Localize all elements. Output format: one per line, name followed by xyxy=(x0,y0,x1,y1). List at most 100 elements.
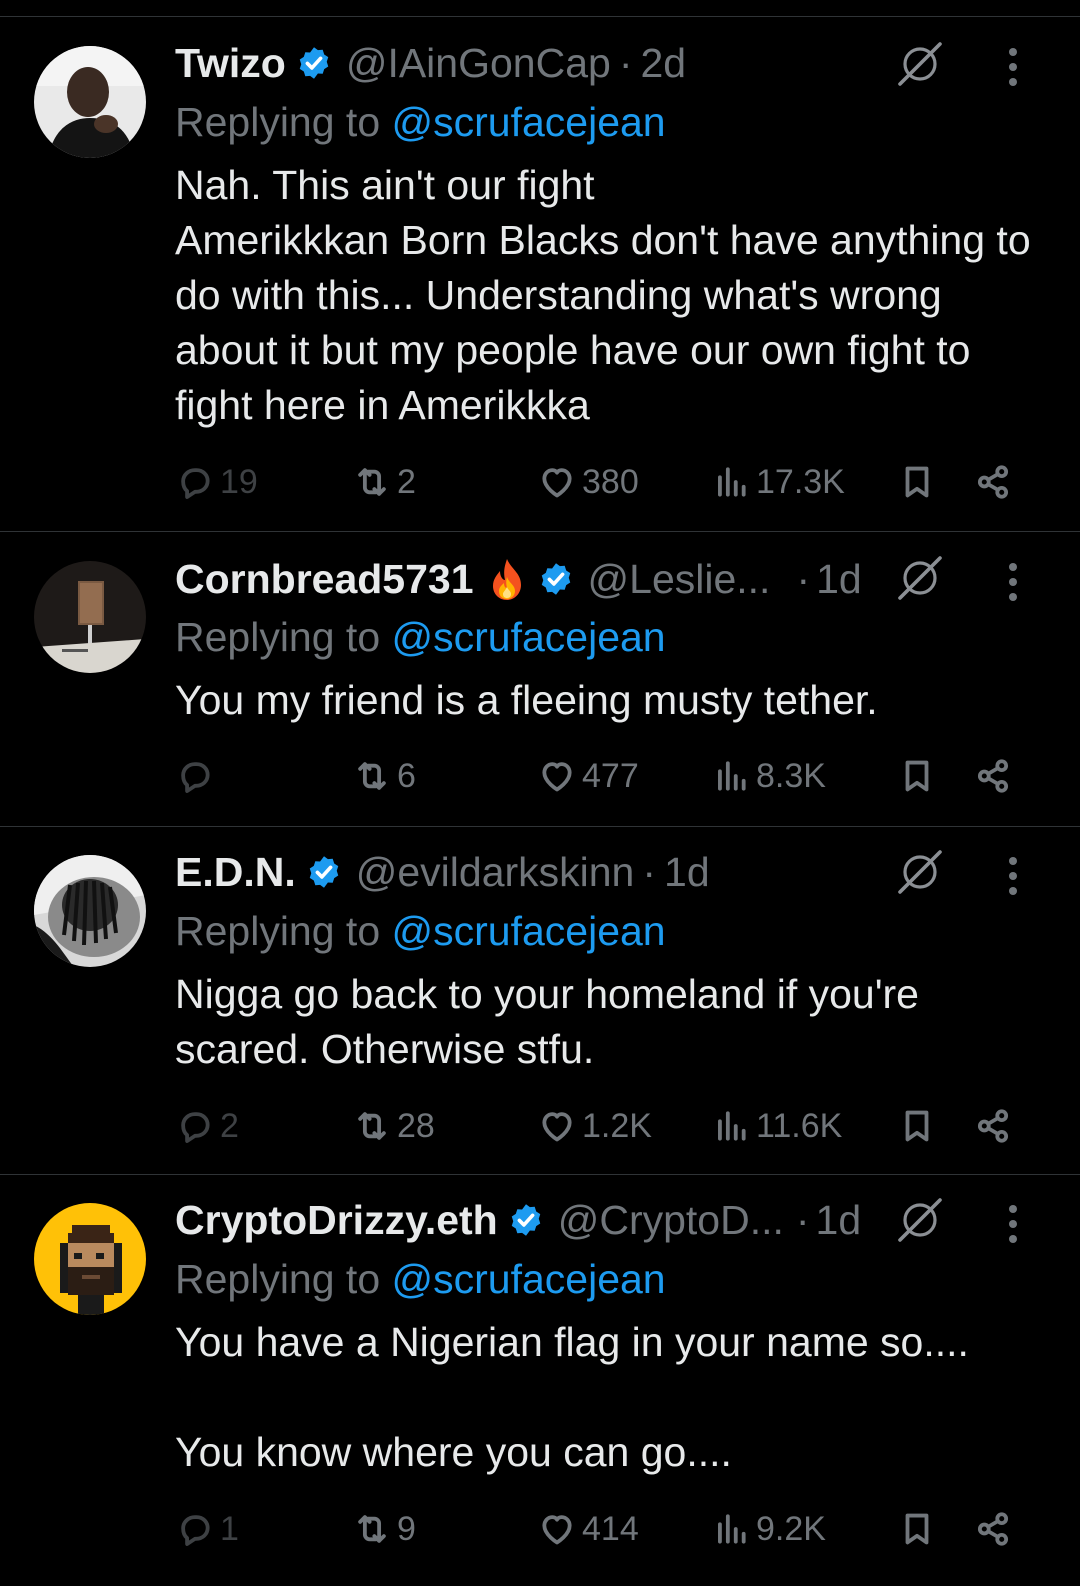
action-bar: 6 477 8.3K xyxy=(0,754,1080,798)
bookmark-button[interactable] xyxy=(898,754,942,798)
tweet-text: You have a Nigerian flag in your name so… xyxy=(175,1319,969,1475)
repost-icon xyxy=(358,468,386,496)
more-options-icon[interactable] xyxy=(1007,47,1019,87)
user-handle[interactable]: @IAinGonCap xyxy=(346,36,611,90)
views-icon xyxy=(718,761,746,791)
share-button[interactable] xyxy=(974,1104,1018,1148)
display-name[interactable]: E.D.N. xyxy=(175,845,296,899)
reply-button[interactable]: 19 xyxy=(176,460,258,504)
more-options-icon[interactable] xyxy=(1007,562,1019,602)
like-button[interactable]: 380 xyxy=(538,460,639,504)
tweet-text: You my friend is a fleeing musty tether. xyxy=(175,677,878,723)
mention-link[interactable]: @scrufacejean xyxy=(392,908,666,954)
avatar[interactable] xyxy=(34,1203,146,1315)
tweet-header: E.D.N. @evildarkskinn · 1d xyxy=(175,845,710,899)
share-button[interactable] xyxy=(974,754,1018,798)
repost-count: 28 xyxy=(397,1106,435,1145)
views-button[interactable]: 9.2K xyxy=(712,1507,826,1551)
like-button[interactable]: 477 xyxy=(538,754,639,798)
verified-badge-icon xyxy=(296,45,332,81)
grok-icon[interactable] xyxy=(894,552,946,604)
repost-count: 9 xyxy=(397,1509,416,1548)
share-button[interactable] xyxy=(974,1507,1018,1551)
views-button[interactable]: 17.3K xyxy=(712,460,845,504)
share-button[interactable] xyxy=(974,460,1018,504)
view-count: 17.3K xyxy=(756,462,845,501)
reply-button[interactable] xyxy=(176,754,220,798)
display-name[interactable]: Cornbread5731 xyxy=(175,552,474,606)
user-handle[interactable]: @evildarkskinn xyxy=(356,845,635,899)
timestamp[interactable]: 1d xyxy=(664,845,710,899)
timestamp[interactable]: 1d xyxy=(816,552,862,606)
share-icon xyxy=(977,1512,1009,1546)
repost-icon xyxy=(358,1112,386,1140)
top-divider xyxy=(0,16,1080,17)
avatar[interactable] xyxy=(34,855,146,967)
grok-icon[interactable] xyxy=(894,1194,946,1246)
tweet-divider xyxy=(0,1174,1080,1175)
repost-button[interactable]: 28 xyxy=(353,1104,435,1148)
bookmark-button[interactable] xyxy=(898,1507,942,1551)
share-icon xyxy=(977,1109,1009,1143)
more-options-icon[interactable] xyxy=(1007,856,1019,896)
tweet-text: Nigga go back to your homeland if you're… xyxy=(175,971,931,1072)
replying-prefix: Replying to xyxy=(175,908,392,954)
heart-icon xyxy=(542,468,572,498)
heart-icon xyxy=(542,1112,572,1142)
reply-count: 19 xyxy=(220,462,258,501)
separator: · xyxy=(796,556,811,602)
views-button[interactable]: 8.3K xyxy=(712,754,826,798)
replying-to: Replying to @scrufacejean xyxy=(175,904,666,958)
mention-link[interactable]: @scrufacejean xyxy=(392,99,666,145)
verified-badge-icon xyxy=(306,854,342,890)
reply-icon xyxy=(181,468,210,499)
like-count: 414 xyxy=(582,1509,639,1548)
replying-to: Replying to @scrufacejean xyxy=(175,610,666,664)
reply-button[interactable]: 2 xyxy=(176,1104,239,1148)
action-bar: 19 2 380 17.3K xyxy=(0,460,1080,504)
heart-icon xyxy=(542,762,572,792)
views-icon xyxy=(718,467,746,497)
view-count: 8.3K xyxy=(756,756,826,795)
like-button[interactable]: 414 xyxy=(538,1507,639,1551)
timestamp[interactable]: 2d xyxy=(640,36,686,90)
action-bar: 2 28 1.2K 11.6K xyxy=(0,1104,1080,1148)
reply-button[interactable]: 1 xyxy=(176,1507,239,1551)
like-button[interactable]: 1.2K xyxy=(538,1104,652,1148)
views-icon xyxy=(718,1514,746,1544)
display-name[interactable]: CryptoDrizzy.eth xyxy=(175,1193,498,1247)
fire-emoji-icon xyxy=(492,559,521,600)
timestamp[interactable]: 1d xyxy=(816,1193,862,1247)
reply-icon xyxy=(181,1515,210,1546)
view-count: 9.2K xyxy=(756,1509,826,1548)
mention-link[interactable]: @scrufacejean xyxy=(392,1256,666,1302)
mention-link[interactable]: @scrufacejean xyxy=(392,614,666,660)
bookmark-button[interactable] xyxy=(898,1104,942,1148)
display-name[interactable]: Twizo xyxy=(175,36,286,90)
like-count: 380 xyxy=(582,462,639,501)
separator: · xyxy=(618,40,633,86)
repost-icon xyxy=(358,1515,386,1543)
grok-icon[interactable] xyxy=(894,38,946,90)
verified-badge-icon xyxy=(538,561,574,597)
replying-prefix: Replying to xyxy=(175,99,392,145)
views-button[interactable]: 11.6K xyxy=(712,1104,842,1148)
view-count: 11.6K xyxy=(756,1106,843,1145)
tweet-header: CryptoDrizzy.eth @CryptoD... · 1d xyxy=(175,1193,861,1247)
user-handle[interactable]: @Leslie... xyxy=(588,552,771,606)
tweet-divider xyxy=(0,826,1080,827)
repost-button[interactable]: 6 xyxy=(353,754,416,798)
repost-button[interactable]: 2 xyxy=(353,460,416,504)
avatar[interactable] xyxy=(34,561,146,673)
bookmark-icon xyxy=(905,466,929,498)
replying-prefix: Replying to xyxy=(175,614,392,660)
repost-button[interactable]: 9 xyxy=(353,1507,416,1551)
bookmark-button[interactable] xyxy=(898,460,942,504)
avatar[interactable] xyxy=(34,46,146,158)
reply-icon xyxy=(181,1112,210,1143)
user-handle[interactable]: @CryptoD... xyxy=(558,1193,784,1247)
repost-count: 2 xyxy=(397,462,416,501)
tweet-text: Nah. This ain't our fight Amerikkkan Bor… xyxy=(175,162,1031,428)
more-options-icon[interactable] xyxy=(1007,1204,1019,1244)
grok-icon[interactable] xyxy=(894,846,946,898)
